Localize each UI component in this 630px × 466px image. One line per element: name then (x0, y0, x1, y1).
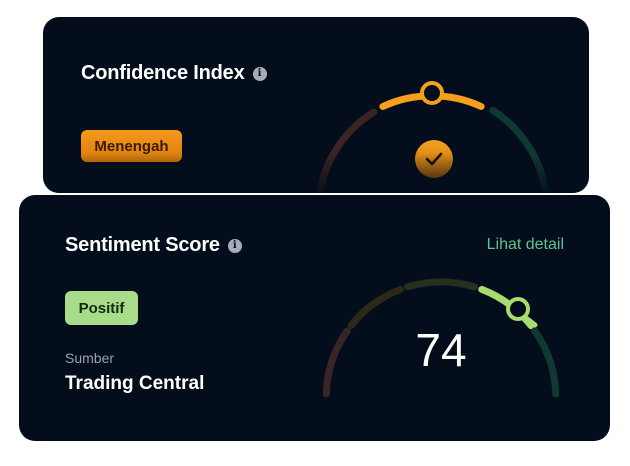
confidence-gauge-segment-high (489, 107, 550, 193)
confidence-index-card: Confidence Index i Menengah (43, 17, 589, 193)
sentiment-gauge-segment-3 (404, 278, 478, 291)
sentiment-gauge (322, 278, 560, 398)
check-icon (415, 140, 453, 178)
confidence-gauge-segment-low (316, 108, 378, 193)
confidence-gauge (316, 81, 550, 193)
sentiment-score-value: 74 (415, 324, 467, 376)
sentiment-gauge-segment-2 (347, 286, 404, 330)
sentiment-gauge-segment-5 (531, 327, 560, 398)
sentiment-gauge-segment-1 (322, 327, 351, 398)
sentiment-gauge-knob (506, 297, 530, 321)
confidence-gauge-knob (420, 81, 444, 105)
sentiment-score-card: Sentiment Score i Lihat detail Positif S… (19, 195, 610, 441)
